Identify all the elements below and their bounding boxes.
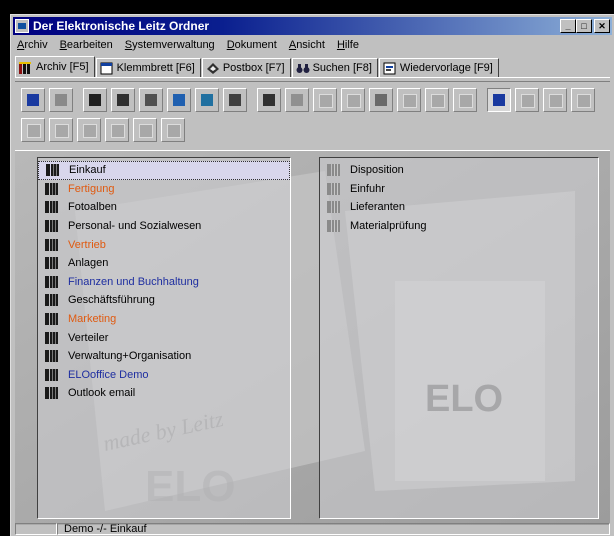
list-item[interactable]: Disposition	[320, 161, 598, 180]
list-item[interactable]: Anlagen	[38, 254, 290, 273]
menu-systemverwaltung[interactable]: Systemverwaltung	[125, 39, 215, 51]
cabinet-icon	[44, 313, 60, 326]
list-item[interactable]: Vertrieb	[38, 235, 290, 254]
main-area: ELO made by Leitz ELO Einkauf Fertigung …	[15, 151, 610, 525]
status-text: Demo -/- Einkauf	[57, 523, 610, 535]
cabinet-icon	[44, 257, 60, 270]
list-item[interactable]: Lieferanten	[320, 198, 598, 217]
list-item[interactable]: Fotoalben	[38, 198, 290, 217]
calendar-icon	[383, 62, 397, 75]
view-detail-icon[interactable]	[543, 88, 567, 112]
nav-page-icon[interactable]	[77, 118, 101, 142]
list-item[interactable]: Einfuhr	[320, 180, 598, 199]
folder-list: Disposition Einfuhr Lieferanten Material…	[320, 158, 598, 235]
new-cabinet-icon[interactable]	[83, 88, 107, 112]
properties-icon[interactable]	[369, 88, 393, 112]
menu-ansicht[interactable]: Ansicht	[289, 39, 325, 51]
list-item[interactable]: Outlook email	[38, 384, 290, 403]
edit-pen-icon[interactable]	[285, 88, 309, 112]
trash-icon[interactable]	[257, 88, 281, 112]
list-item[interactable]: Finanzen und Buchhaltung	[38, 273, 290, 292]
folder-icon	[326, 201, 342, 214]
pointer-arrow-icon[interactable]	[21, 88, 45, 112]
tab-suchen[interactable]: Suchen [F8]	[291, 58, 378, 77]
cabinet-icon	[44, 220, 60, 233]
list-item[interactable]: Materialprüfung	[320, 217, 598, 236]
move-document-icon[interactable]	[195, 88, 219, 112]
minimize-button[interactable]: _	[560, 19, 576, 33]
menu-archiv[interactable]: Archiv	[17, 39, 48, 51]
nav-grid-icon[interactable]	[161, 118, 185, 142]
nav-prev-icon[interactable]	[49, 118, 73, 142]
folder-icon	[326, 182, 342, 195]
tab-label: Suchen [F8]	[312, 62, 372, 74]
paste-icon[interactable]	[425, 88, 449, 112]
cabinet-icon	[44, 387, 60, 400]
menu-dokument[interactable]: Dokument	[227, 39, 277, 51]
app-window: Der Elektronische Leitz Ordner _ □ ✕ Arc…	[10, 14, 614, 536]
tab-label: Archiv [F5]	[36, 61, 89, 73]
view-tree-icon[interactable]	[515, 88, 539, 112]
scan-icon[interactable]	[223, 88, 247, 112]
status-bar: Demo -/- Einkauf	[15, 522, 610, 536]
nav-next-icon[interactable]	[105, 118, 129, 142]
cabinet-icon	[44, 238, 60, 251]
close-button[interactable]: ✕	[594, 19, 610, 33]
copy-icon[interactable]	[397, 88, 421, 112]
menu-bearbeiten[interactable]: Bearbeiten	[60, 39, 113, 51]
list-item[interactable]: Einkauf	[38, 161, 290, 180]
cabinet-icon	[44, 182, 60, 195]
folder-icon	[326, 164, 342, 177]
status-cell-empty	[15, 523, 57, 535]
new-register-icon[interactable]	[139, 88, 163, 112]
cabinet-list-pane[interactable]: Einkauf Fertigung Fotoalben Personal- un…	[37, 157, 291, 519]
print-icon[interactable]	[313, 88, 337, 112]
menu-bar: Archiv Bearbeiten Systemverwaltung Dokum…	[15, 36, 610, 54]
list-item[interactable]: Marketing	[38, 310, 290, 329]
insert-document-icon[interactable]	[167, 88, 191, 112]
window-title: Der Elektronische Leitz Ordner	[33, 19, 210, 33]
list-item[interactable]: Verteiler	[38, 328, 290, 347]
list-item[interactable]: Fertigung	[38, 180, 290, 199]
folder-icon	[326, 220, 342, 233]
nav-close-icon[interactable]	[133, 118, 157, 142]
cabinet-list: Einkauf Fertigung Fotoalben Personal- un…	[38, 158, 290, 403]
back-arrow-icon[interactable]	[49, 88, 73, 112]
view-list-icon[interactable]	[487, 88, 511, 112]
list-item[interactable]: ELOoffice Demo	[38, 366, 290, 385]
toolbar	[15, 81, 610, 151]
new-folder-icon[interactable]	[111, 88, 135, 112]
maximize-button[interactable]: □	[576, 19, 592, 33]
cabinet-icon	[44, 350, 60, 363]
tab-label: Wiedervorlage [F9]	[399, 62, 493, 74]
postbox-icon	[206, 62, 220, 75]
tab-archiv[interactable]: Archiv [F5]	[15, 56, 95, 77]
cabinet-icon	[44, 294, 60, 307]
fax-icon[interactable]	[341, 88, 365, 112]
app-icon[interactable]	[15, 19, 29, 33]
list-item[interactable]: Geschäftsführung	[38, 291, 290, 310]
menu-hilfe[interactable]: Hilfe	[337, 39, 359, 51]
cabinet-icon	[45, 164, 61, 177]
tab-label: Postbox [F7]	[222, 62, 285, 74]
list-item[interactable]: Verwaltung+Organisation	[38, 347, 290, 366]
archive-icon	[19, 61, 33, 74]
binoculars-icon	[296, 62, 310, 75]
cabinet-icon	[44, 275, 60, 288]
clipboard-icon	[100, 62, 114, 75]
title-bar[interactable]: Der Elektronische Leitz Ordner _ □ ✕	[13, 17, 612, 35]
tab-bar: Archiv [F5] Klemmbrett [F6] Postbox [F7]…	[15, 55, 610, 78]
cabinet-icon	[44, 368, 60, 381]
duplicate-icon[interactable]	[453, 88, 477, 112]
tab-wiedervorlage[interactable]: Wiedervorlage [F9]	[378, 58, 499, 77]
tab-label: Klemmbrett [F6]	[116, 62, 195, 74]
tab-klemmbrett[interactable]: Klemmbrett [F6]	[95, 58, 201, 77]
cabinet-icon	[44, 201, 60, 214]
tab-postbox[interactable]: Postbox [F7]	[201, 58, 291, 77]
view-preview-icon[interactable]	[571, 88, 595, 112]
folder-list-pane[interactable]: Disposition Einfuhr Lieferanten Material…	[319, 157, 599, 519]
nav-first-icon[interactable]	[21, 118, 45, 142]
cabinet-icon	[44, 331, 60, 344]
list-item[interactable]: Personal- und Sozialwesen	[38, 217, 290, 236]
